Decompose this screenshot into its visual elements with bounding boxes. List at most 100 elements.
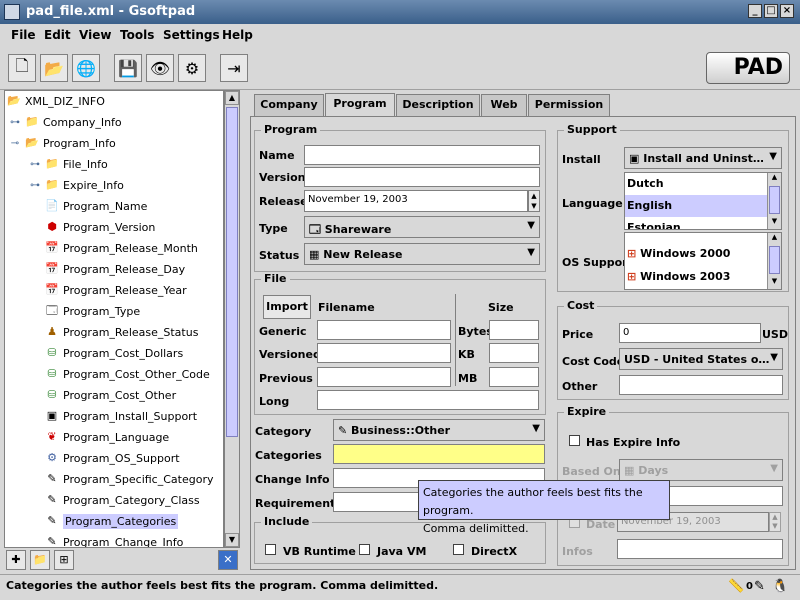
list-item-selected[interactable]: English [625,195,767,217]
long-filename-field[interactable] [317,390,539,410]
list-item[interactable]: Estonian [625,217,767,229]
release-date-spinner[interactable]: ▲ ▼ [528,190,540,212]
infos-field[interactable] [617,539,783,559]
minimize-button[interactable]: _ [748,4,762,18]
network-icon[interactable]: ⚙ [178,54,206,82]
tree-item-program-info[interactable]: ⊸ 📂 Program_Info [9,133,116,153]
name-field[interactable] [304,145,540,165]
scroll-down-icon[interactable]: ▼ [225,533,239,547]
categories-field[interactable] [333,444,545,464]
scroll-down-icon[interactable]: ▼ [768,277,781,289]
tree-item-program-language[interactable]: ❦ Program_Language [45,427,169,447]
menu-view[interactable]: View [79,28,111,42]
tree-item-label: Program_Cost_Other_Code [63,367,210,381]
tree-item-program-specific-category[interactable]: ✎ Program_Specific_Category [45,469,213,489]
tab-program[interactable]: Program [325,93,395,117]
collapse-icon[interactable]: ⊸ [9,138,21,149]
tree-item-program-release-day[interactable]: 📅 Program_Release_Day [45,259,185,279]
has-expire-checkbox[interactable] [569,435,580,446]
versioned-filename-field[interactable] [317,343,451,363]
expand-all-icon[interactable]: ⊞ [54,550,74,570]
directx-checkbox[interactable] [453,544,464,555]
tree-item-program-release-year[interactable]: 📅 Program_Release_Year [45,280,187,300]
list-item[interactable]: ⊞ Windows 2000 [625,243,767,265]
os-support-scrollbar[interactable]: ▲ ▼ [767,233,781,289]
open-web-icon[interactable]: 🌐 [72,54,100,82]
tree-item-expire-info[interactable]: ⊶ 📁 Expire_Info [29,175,124,195]
list-item[interactable]: ⊞ Windows 2003 [625,266,767,288]
other-cost-field[interactable] [619,375,783,395]
tree-item-program-name[interactable]: 📄 Program_Name [45,196,147,216]
language-list[interactable]: Dutch English Estonian ▲ ▼ [624,172,782,230]
save-icon[interactable]: 💾 [114,54,142,82]
tab-description[interactable]: Description [396,94,480,116]
new-file-icon[interactable]: 🗋 [8,54,36,82]
tree-item-program-change-info[interactable]: ✎ Program_Change_Info [45,532,183,547]
scroll-thumb[interactable] [769,246,780,274]
open-folder-icon[interactable]: 📂 [40,54,68,82]
previous-filename-field[interactable] [317,367,451,387]
tree-item-program-cost-other[interactable]: ⛁ Program_Cost_Other [45,385,176,405]
tree-item-program-cost-other-code[interactable]: ⛁ Program_Cost_Other_Code [45,364,210,384]
tab-company[interactable]: Company [254,94,324,116]
java-vm-checkbox[interactable] [359,544,370,555]
tree-item-program-release-month[interactable]: 📅 Program_Release_Month [45,238,198,258]
based-on-select[interactable]: ▦ Days ▼ [619,459,783,481]
expand-icon[interactable]: ⊶ [9,117,21,128]
tab-web[interactable]: Web [481,94,527,116]
expand-icon[interactable]: ⊶ [29,180,41,191]
type-select[interactable]: 🗔 Shareware ▼ [304,216,540,238]
cost-code-select[interactable]: USD - United States o… ▼ [619,348,783,370]
list-item[interactable]: Dutch [625,173,767,195]
tree-item-program-install-support[interactable]: ▣ Program_Install_Support [45,406,197,426]
add-node-icon[interactable]: ✚ [6,550,26,570]
menu-help[interactable]: Help [222,28,253,42]
tree-item-program-categories[interactable]: ✎ Program_Categories [45,511,179,531]
kb-field[interactable] [489,343,539,363]
install-select[interactable]: ▣ Install and Uninst… ▼ [624,147,782,169]
exit-icon[interactable]: ⇥ [220,54,248,82]
tree-item-program-version[interactable]: ⬢ Program_Version [45,217,155,237]
tree-item-program-release-status[interactable]: ♟ Program_Release_Status [45,322,198,342]
mb-field[interactable] [489,367,539,387]
expand-icon[interactable]: ⊶ [29,159,41,170]
generic-filename-field[interactable] [317,320,451,340]
tree-item-program-type[interactable]: 🗔 Program_Type [45,301,140,321]
expire-date-spinner[interactable]: ▲ ▼ [769,512,781,532]
tree-item-company-info[interactable]: ⊶ 📁 Company_Info [9,112,122,132]
os-support-list[interactable]: ⊞ Windows 2000 ⊞ Windows 2003 ▲ ▼ [624,232,782,290]
tree-item-file-info[interactable]: ⊶ 📁 File_Info [29,154,108,174]
tree-item-program-os-support[interactable]: ⚙ Program_OS_Support [45,448,179,468]
close-button[interactable]: × [780,4,794,18]
menu-tools[interactable]: Tools [120,28,154,42]
menu-settings[interactable]: Settings [163,28,220,42]
menu-edit[interactable]: Edit [44,28,71,42]
other-label: Other [562,380,598,393]
version-field[interactable] [304,167,540,187]
price-field[interactable]: 0 [619,323,761,343]
tree-root[interactable]: 📂 XML_DIZ_INFO [7,91,105,111]
language-scrollbar[interactable]: ▲ ▼ [767,173,781,229]
import-button[interactable]: Import [263,295,311,319]
menu-file[interactable]: File [11,28,36,42]
scroll-thumb[interactable] [226,107,238,437]
tree-item-program-category-class[interactable]: ✎ Program_Category_Class [45,490,199,510]
release-date-field[interactable]: November 19, 2003 [304,190,528,212]
scroll-up-icon[interactable]: ▲ [768,233,781,245]
scroll-up-icon[interactable]: ▲ [225,91,239,105]
tree-scrollbar[interactable]: ▲ ▼ [224,90,240,548]
eye-icon[interactable]: 👁 [146,54,174,82]
install-value: Install and Uninst… [643,152,764,165]
scroll-thumb[interactable] [769,186,780,214]
bytes-field[interactable] [489,320,539,340]
close-tree-icon[interactable]: ✕ [218,550,238,570]
maximize-button[interactable]: □ [764,4,778,18]
category-select[interactable]: ✎ Business::Other ▼ [333,419,545,441]
vb-runtime-checkbox[interactable] [265,544,276,555]
tree-item-program-cost-dollars[interactable]: ⛁ Program_Cost_Dollars [45,343,183,363]
scroll-down-icon[interactable]: ▼ [768,217,781,229]
tab-permission[interactable]: Permission [528,94,610,116]
scroll-up-icon[interactable]: ▲ [768,173,781,185]
status-select[interactable]: ▦ New Release ▼ [304,243,540,265]
add-folder-icon[interactable]: 📁 [30,550,50,570]
